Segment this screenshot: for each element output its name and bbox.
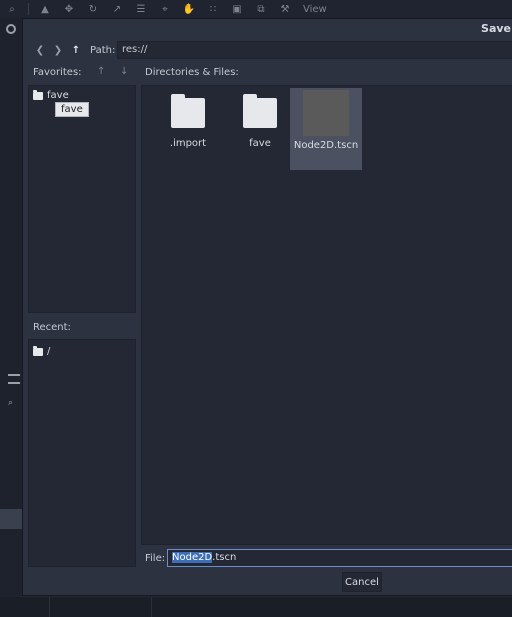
folder-icon — [243, 94, 277, 128]
folder-icon — [171, 94, 205, 128]
filename-input[interactable]: Node2D.tscn — [167, 549, 512, 567]
bottom-cell — [0, 597, 50, 617]
move-favorite-down-icon[interactable]: ↓ — [120, 66, 128, 77]
group-icon[interactable]: ⧉ — [249, 0, 273, 18]
directories-label: Directories & Files: — [145, 67, 239, 78]
file-item-label: .import — [169, 138, 207, 149]
recent-list: / — [28, 339, 136, 567]
favorites-list: fave — [28, 85, 136, 313]
move-favorite-up-icon[interactable]: ↑ — [97, 66, 105, 77]
dock-selected-row[interactable] — [0, 509, 22, 529]
filename-extension: .tscn — [212, 552, 237, 563]
favorites-label: Favorites: — [33, 67, 82, 78]
pan-icon[interactable]: ✋ — [177, 0, 201, 18]
rotate-icon[interactable]: ↻ — [81, 0, 105, 18]
recent-item[interactable]: / — [33, 345, 51, 357]
tooltip: fave — [55, 102, 89, 117]
recent-label: Recent: — [33, 322, 71, 333]
file-item-fave[interactable]: fave — [224, 88, 296, 170]
path-input[interactable]: res:// — [117, 41, 512, 59]
toolbar-separator — [28, 3, 29, 15]
search-icon[interactable]: ⌕ — [0, 0, 24, 18]
folder-icon — [33, 89, 43, 100]
navigation-buttons: ❮ ❯ ↑ — [31, 41, 85, 59]
folder-icon — [33, 345, 43, 356]
file-browser: .import fave Node2D.tscn — [141, 85, 512, 545]
lock-icon[interactable]: ▣ — [225, 0, 249, 18]
editor-toolbar: ⌕ ▲ ✥ ↻ ↗ ☰ ⌖ ✋ ∷ ▣ ⧉ ⚒ View — [0, 0, 512, 18]
snap-icon[interactable]: ∷ — [201, 0, 225, 18]
file-item-label: fave — [249, 138, 271, 149]
menu-icon[interactable] — [8, 374, 20, 384]
file-item-import[interactable]: .import — [152, 88, 224, 170]
save-file-dialog: Save ❮ ❯ ↑ Path: res:// Favorites: ↑ ↓ D… — [22, 18, 512, 596]
file-item-node2d[interactable]: Node2D.tscn — [290, 88, 362, 170]
file-item-label: Node2D.tscn — [293, 140, 359, 151]
editor-bottom-panel — [0, 597, 512, 617]
back-icon[interactable]: ❮ — [31, 41, 49, 59]
favorite-item-label: fave — [47, 90, 69, 101]
favorite-item[interactable]: fave — [33, 89, 69, 101]
bone-icon[interactable]: ⚒ — [273, 0, 297, 18]
select-icon[interactable]: ▲ — [33, 0, 57, 18]
visibility-icon[interactable] — [6, 24, 16, 34]
move-icon[interactable]: ✥ — [57, 0, 81, 18]
view-menu[interactable]: View — [303, 4, 327, 15]
bottom-cell — [50, 597, 152, 617]
path-label: Path: — [90, 45, 116, 56]
scale-icon[interactable]: ↗ — [105, 0, 129, 18]
editor-left-dock: ⌕ — [0, 18, 22, 617]
pivot-icon[interactable]: ⌖ — [153, 0, 177, 18]
forward-icon[interactable]: ❯ — [49, 41, 67, 59]
cancel-button[interactable]: Cancel — [342, 572, 382, 592]
scene-thumbnail-icon — [303, 90, 349, 136]
dialog-title: Save — [481, 22, 511, 35]
recent-item-label: / — [47, 346, 51, 357]
file-label: File: — [145, 553, 166, 564]
parent-folder-icon[interactable]: ↑ — [67, 41, 85, 59]
filter-search-icon[interactable]: ⌕ — [8, 398, 13, 408]
filename-selection: Node2D — [172, 552, 213, 563]
list-icon[interactable]: ☰ — [129, 0, 153, 18]
